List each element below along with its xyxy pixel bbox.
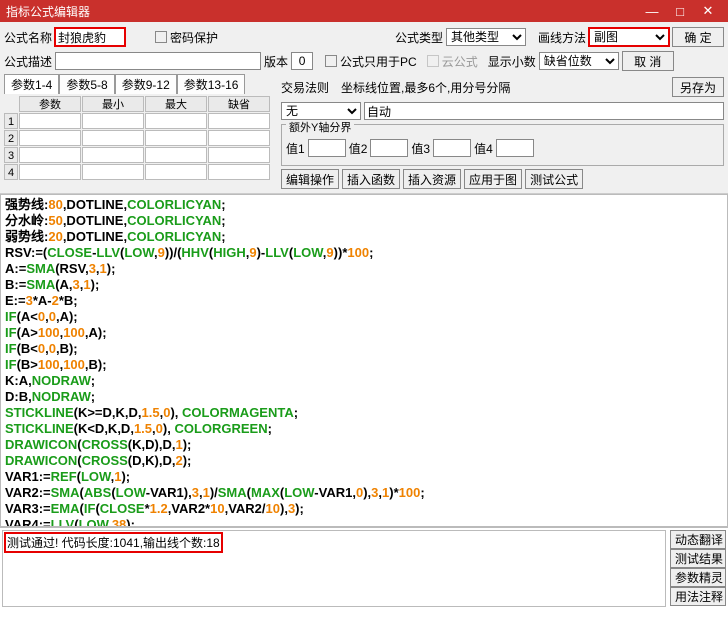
close-button[interactable]: ✕ (694, 3, 722, 19)
param-cell[interactable] (82, 164, 144, 180)
param-row-4: 4 (4, 164, 18, 180)
right-buttons: 动态翻译 测试结果 参数精灵 用法注释 (668, 528, 728, 609)
password-label: 密码保护 (170, 29, 218, 46)
test-result-button[interactable]: 测试结果 (670, 549, 726, 568)
cancel-button[interactable]: 取 消 (622, 51, 674, 71)
param-cell[interactable] (145, 113, 207, 129)
param-hdr-max: 最大 (145, 96, 207, 112)
val3-input[interactable] (433, 139, 471, 157)
param-cell[interactable] (145, 147, 207, 163)
formula-type-select[interactable]: 其他类型 (446, 28, 526, 46)
param-hdr-min: 最小 (82, 96, 144, 112)
tab-params-13-16[interactable]: 参数13-16 (177, 74, 246, 94)
formula-desc-input[interactable] (55, 52, 261, 70)
right-block: 交易法则 坐标线位置,最多6个,用分号分隔 另存为 无 额外Y轴分界 值1 值2… (281, 74, 724, 189)
tab-params-5-8[interactable]: 参数5-8 (59, 74, 114, 94)
tab-params-1-4[interactable]: 参数1-4 (4, 74, 59, 94)
dynamic-translate-button[interactable]: 动态翻译 (670, 530, 726, 549)
param-cell[interactable] (82, 113, 144, 129)
param-cell[interactable] (208, 113, 270, 129)
minimize-button[interactable]: — (638, 4, 666, 19)
param-hdr-def: 缺省 (208, 96, 270, 112)
param-cell[interactable] (208, 130, 270, 146)
param-cell[interactable] (208, 147, 270, 163)
param-row-1: 1 (4, 113, 18, 129)
formula-name-input[interactable] (55, 28, 125, 46)
usage-notes-button[interactable]: 用法注释 (670, 587, 726, 606)
apply-chart-button[interactable]: 应用于图 (464, 169, 522, 189)
coord-input[interactable] (364, 102, 724, 120)
coord-label: 坐标线位置,最多6个,用分号分隔 (341, 79, 510, 96)
cloud-checkbox (427, 55, 439, 67)
password-checkbox[interactable] (155, 31, 167, 43)
param-cell[interactable] (19, 147, 81, 163)
formula-desc-label: 公式描述 (4, 53, 52, 70)
param-row-3: 3 (4, 147, 18, 163)
param-hdr-name: 参数 (19, 96, 81, 112)
param-cell[interactable] (208, 164, 270, 180)
tab-params-9-12[interactable]: 参数9-12 (115, 74, 177, 94)
param-block: 参数1-4 参数5-8 参数9-12 参数13-16 参数 最小 最大 缺省 1… (4, 74, 270, 180)
code-editor[interactable]: 强势线:80,DOTLINE,COLORLICYAN;分水岭:50,DOTLIN… (0, 194, 728, 527)
extra-y-fieldset: 额外Y轴分界 值1 值2 值3 值4 (281, 124, 724, 166)
top-panel: 公式名称 密码保护 公式类型 其他类型 画线方法 副图 确 定 公式描述 版本 … (0, 22, 728, 194)
draw-method-select[interactable]: 副图 (589, 28, 669, 46)
param-wizard-button[interactable]: 参数精灵 (670, 568, 726, 587)
formula-name-label: 公式名称 (4, 29, 52, 46)
decimal-select[interactable]: 缺省位数 (539, 52, 619, 70)
param-row-2: 2 (4, 130, 18, 146)
extra-y-legend: 额外Y轴分界 (286, 122, 354, 134)
version-label: 版本 (264, 53, 288, 70)
param-cell[interactable] (145, 164, 207, 180)
trade-rule-label: 交易法则 (281, 79, 329, 96)
trade-rule-select[interactable]: 无 (281, 102, 361, 120)
edit-op-button[interactable]: 编辑操作 (281, 169, 339, 189)
maximize-button[interactable]: □ (666, 4, 694, 19)
insert-res-button[interactable]: 插入资源 (403, 169, 461, 189)
titlebar: 指标公式编辑器 — □ ✕ (0, 0, 728, 22)
pconly-label: 公式只用于PC (340, 53, 417, 70)
insert-func-button[interactable]: 插入函数 (342, 169, 400, 189)
test-result-message: 测试通过! 代码长度:1041,输出线个数:18 (5, 533, 222, 552)
val1-input[interactable] (308, 139, 346, 157)
param-cell[interactable] (82, 147, 144, 163)
test-formula-button[interactable]: 测试公式 (525, 169, 583, 189)
param-cell[interactable] (19, 113, 81, 129)
val4-label: 值4 (474, 140, 493, 157)
param-cell[interactable] (82, 130, 144, 146)
ok-button[interactable]: 确 定 (672, 27, 724, 47)
val3-label: 值3 (411, 140, 430, 157)
bottom-panel: 测试通过! 代码长度:1041,输出线个数:18 动态翻译 测试结果 参数精灵 … (0, 527, 728, 609)
message-pane: 测试通过! 代码长度:1041,输出线个数:18 (2, 530, 666, 607)
val2-input[interactable] (370, 139, 408, 157)
param-cell[interactable] (145, 130, 207, 146)
param-cell[interactable] (19, 164, 81, 180)
param-tabs: 参数1-4 参数5-8 参数9-12 参数13-16 (4, 74, 270, 94)
param-cell[interactable] (19, 130, 81, 146)
pconly-checkbox[interactable] (325, 55, 337, 67)
draw-method-label: 画线方法 (538, 29, 586, 46)
save-as-button[interactable]: 另存为 (672, 77, 724, 97)
param-grid: 参数 最小 最大 缺省 1 2 3 4 (4, 96, 270, 180)
val1-label: 值1 (286, 140, 305, 157)
cloud-label: 云公式 (442, 53, 478, 70)
decimal-label: 显示小数 (488, 53, 536, 70)
window-title: 指标公式编辑器 (6, 3, 638, 20)
val4-input[interactable] (496, 139, 534, 157)
formula-type-label: 公式类型 (395, 29, 443, 46)
val2-label: 值2 (349, 140, 368, 157)
version-input[interactable] (291, 52, 313, 70)
